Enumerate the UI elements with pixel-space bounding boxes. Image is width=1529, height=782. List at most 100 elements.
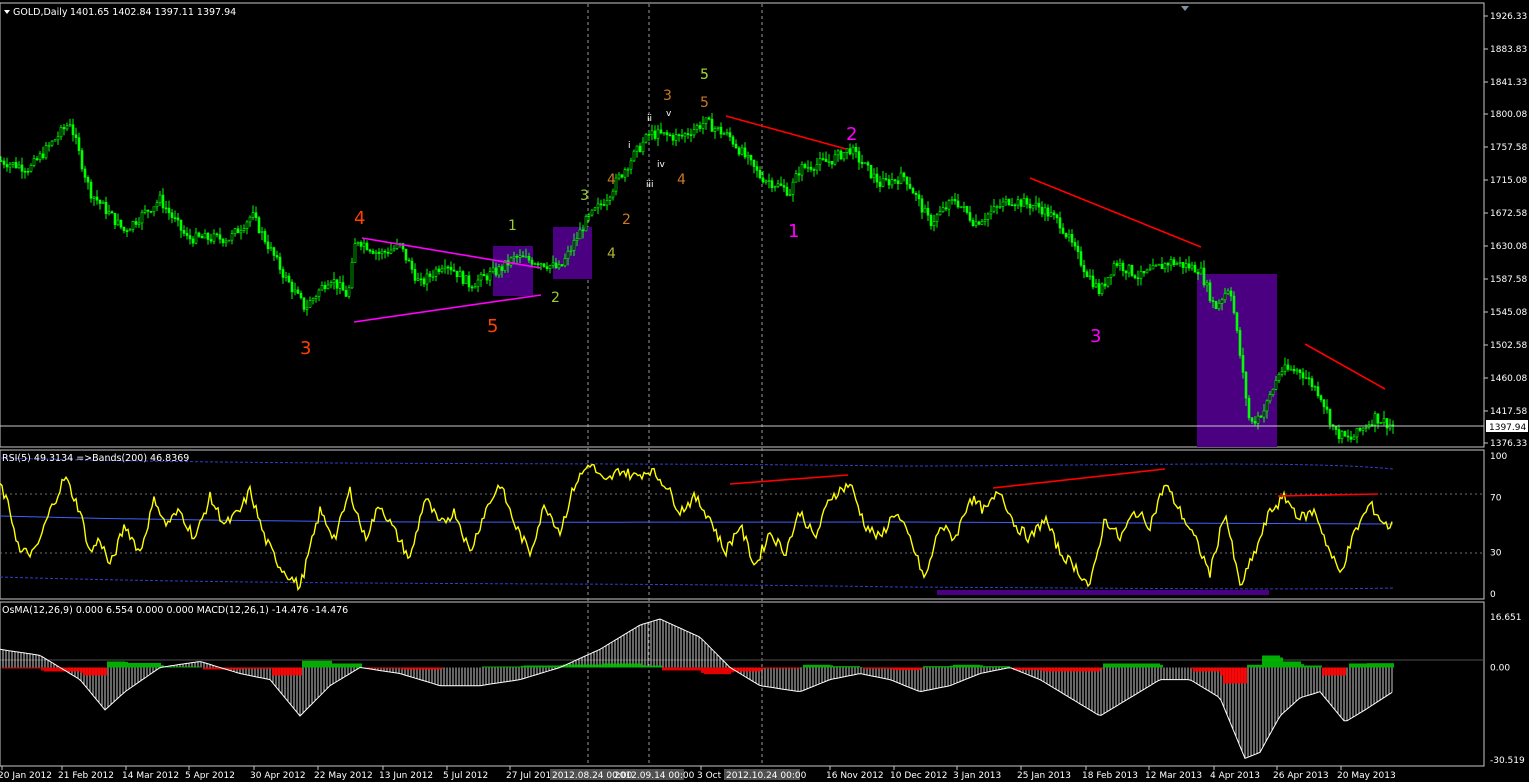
candle-body bbox=[1244, 371, 1248, 399]
candle-body bbox=[899, 172, 903, 184]
candle-body bbox=[749, 155, 753, 161]
candle-body bbox=[242, 228, 246, 232]
osma-bar bbox=[812, 664, 815, 668]
rsi-lower-band bbox=[0, 576, 1394, 590]
candle-body bbox=[863, 162, 867, 165]
osma-bar bbox=[1031, 667, 1034, 671]
candle-body bbox=[1061, 227, 1065, 234]
osma-bar bbox=[722, 667, 725, 675]
osma-bar bbox=[419, 667, 422, 670]
candle-body bbox=[536, 263, 540, 266]
candle-body bbox=[1082, 264, 1086, 273]
osma-bar bbox=[725, 667, 728, 675]
osma-bar bbox=[176, 666, 179, 668]
wave-label: v bbox=[666, 109, 672, 119]
wave-label: iv bbox=[657, 160, 666, 170]
candle-body bbox=[755, 166, 759, 171]
candle-body bbox=[179, 219, 183, 231]
candle-body bbox=[1352, 436, 1356, 440]
candle-body bbox=[623, 169, 627, 178]
osma-bar bbox=[686, 667, 689, 671]
candle-body bbox=[1115, 263, 1119, 266]
osma-bar bbox=[944, 666, 947, 668]
candle-body bbox=[1010, 204, 1014, 207]
wave-labels: 3 4 5 1 2 3 4 1 2 3 4 5 i ii iii iv v 3 … bbox=[300, 67, 1101, 359]
osma-bar bbox=[1133, 663, 1136, 668]
time-tick-label: 13 Jun 2012 bbox=[379, 771, 433, 781]
osma-bar bbox=[893, 667, 896, 671]
candle-body bbox=[110, 211, 114, 214]
osma-bar bbox=[764, 667, 767, 669]
time-tick-label: 4 Apr 2013 bbox=[1210, 771, 1260, 781]
osma-bar bbox=[170, 666, 173, 668]
osma-bar bbox=[359, 663, 362, 668]
time-tick-label: 27 Jul 2012 bbox=[506, 771, 557, 781]
candle-body bbox=[1031, 205, 1035, 209]
candle-body bbox=[557, 264, 561, 269]
candle-body bbox=[545, 266, 549, 270]
candle-body bbox=[473, 286, 477, 289]
osma-bar bbox=[143, 662, 146, 668]
osma-bar bbox=[1238, 667, 1241, 684]
osma-bar bbox=[356, 663, 359, 668]
osma-bar bbox=[488, 666, 491, 668]
osma-bar bbox=[569, 664, 572, 668]
candle-body bbox=[1334, 425, 1338, 430]
candle-body bbox=[1262, 410, 1266, 418]
wave-label: 3 bbox=[580, 188, 589, 204]
candle-body bbox=[455, 270, 459, 278]
osma-bar bbox=[1145, 663, 1148, 668]
candle-body bbox=[263, 231, 267, 243]
osma-bar bbox=[407, 667, 410, 670]
candle-body bbox=[44, 145, 48, 159]
candle-body bbox=[335, 279, 339, 289]
candle-body bbox=[251, 212, 255, 218]
candle-body bbox=[761, 177, 765, 183]
candle-body bbox=[476, 279, 480, 288]
chart-window[interactable]: 3 4 5 1 2 3 4 1 2 3 4 5 i ii iii iv v 3 … bbox=[0, 0, 1529, 782]
osma-bar bbox=[704, 667, 707, 675]
osma-bar bbox=[824, 664, 827, 668]
candle-body bbox=[1043, 207, 1047, 215]
candle-body bbox=[1310, 378, 1314, 388]
price-panel-title: GOLD,Daily bbox=[13, 7, 68, 18]
osma-bar bbox=[635, 663, 638, 668]
candle-body bbox=[626, 168, 630, 171]
candle-body bbox=[494, 267, 498, 276]
candle-body bbox=[1316, 386, 1320, 397]
chart-shift-marker-icon[interactable] bbox=[1181, 6, 1189, 11]
osma-bar bbox=[203, 667, 206, 670]
osma-bar bbox=[1385, 663, 1388, 668]
candle-body bbox=[1022, 198, 1026, 207]
osma-bar bbox=[83, 667, 86, 676]
candle-body bbox=[971, 220, 975, 226]
osma-bar bbox=[1274, 655, 1277, 668]
candle-body bbox=[392, 248, 396, 251]
osma-bar bbox=[215, 667, 218, 670]
candle-body bbox=[515, 255, 519, 258]
price-tick-label: 1800.08 bbox=[1490, 110, 1527, 120]
candle-body bbox=[896, 180, 900, 184]
candle-body bbox=[1046, 207, 1050, 217]
osma-bar bbox=[1349, 663, 1352, 668]
osma-bar bbox=[386, 667, 389, 669]
price-tick-label: 1841.33 bbox=[1490, 78, 1527, 88]
osma-bar bbox=[119, 661, 122, 668]
osma-bar bbox=[932, 666, 935, 668]
osma-bar bbox=[1202, 667, 1205, 672]
osma-bar bbox=[374, 667, 377, 669]
candle-body bbox=[983, 219, 987, 222]
candle-body bbox=[1376, 413, 1380, 424]
osma-bar bbox=[179, 666, 182, 668]
candle-body bbox=[1133, 275, 1137, 279]
osma-bar bbox=[26, 667, 29, 669]
osma-bar bbox=[485, 666, 488, 668]
osma-bar bbox=[1265, 655, 1268, 668]
osma-bar bbox=[125, 661, 128, 668]
candle-body bbox=[95, 196, 99, 201]
wave-label: 4 bbox=[607, 172, 616, 188]
osma-bar bbox=[1379, 663, 1382, 668]
candle-body bbox=[53, 139, 57, 142]
osma-bar bbox=[137, 662, 140, 668]
candle-body bbox=[902, 172, 906, 178]
